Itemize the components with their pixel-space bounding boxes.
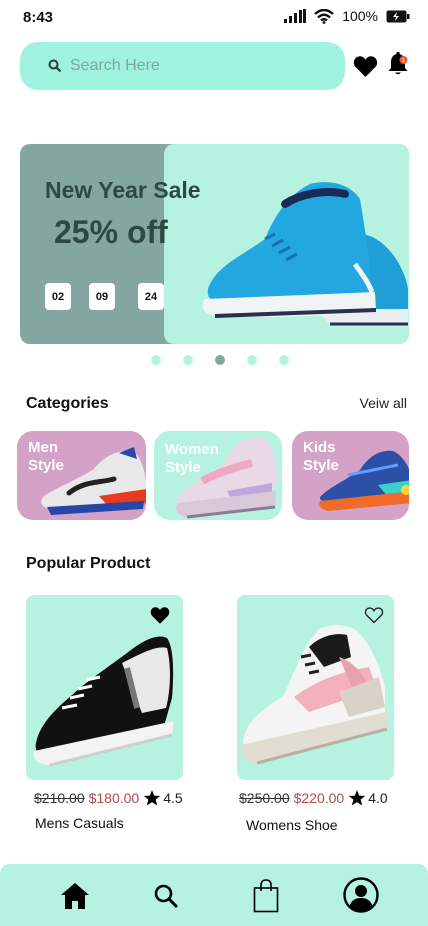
view-all-link[interactable]: Veiw all [360,395,407,411]
nav-profile[interactable] [343,877,379,913]
countdown-box: 02 [45,283,71,310]
svg-text:1: 1 [402,58,406,64]
status-time: 8:43 [23,9,54,26]
promo-banner[interactable]: New Year Sale 25% off 02 09 24 [20,144,409,344]
shopping-bag-icon [253,879,279,913]
bell-icon: 1 [388,51,408,75]
nav-search[interactable] [149,879,183,913]
carousel-dots [151,355,289,365]
bottom-nav [0,864,428,926]
wishlist-button[interactable] [352,53,378,79]
category-label: Women Style [165,441,219,476]
product-card[interactable] [237,595,394,780]
category-label: Kids Style [303,439,339,474]
popular-title: Popular Product [26,555,151,572]
rating: 4.0 [348,789,388,807]
heart-icon [353,56,377,77]
old-price: $210.00 [34,790,85,806]
search-icon [48,59,62,73]
star-icon [143,790,161,806]
banner-discount: 25% off [54,214,168,250]
profile-icon [343,877,379,913]
app-screen: 8:43 100% Search Here 1 New Year Sale 25… [0,0,428,926]
product-name[interactable]: Mens Casuals [35,815,124,831]
categories-title: Categories [26,395,109,412]
sale-price: $220.00 [293,790,345,806]
category-label: Men Style [28,439,64,474]
carousel-dot[interactable] [151,355,161,365]
mens-casual-shoe-image [33,636,174,767]
favorite-toggle[interactable] [363,605,385,625]
home-icon [61,883,89,909]
rating-value: 4.0 [368,790,388,806]
carousel-dot[interactable] [247,355,257,365]
rating: 4.5 [143,789,183,807]
price-row: $210.00 $180.00 4.5 [34,789,183,807]
womens-shoe-image [240,624,388,765]
notifications-button[interactable]: 1 [386,50,410,78]
sale-price: $180.00 [88,790,140,806]
search-icon [154,884,179,909]
heart-outline-icon [364,607,384,624]
carousel-dot[interactable] [183,355,193,365]
price-row: $250.00 $220.00 4.0 [239,789,388,807]
banner-shoe-image [202,182,408,326]
category-kids[interactable]: Kids Style [292,431,409,520]
star-icon [348,790,366,806]
category-women[interactable]: Women Style [154,431,282,520]
signal-icon [284,9,307,23]
nav-home[interactable] [58,879,92,913]
search-placeholder: Search Here [70,57,160,74]
product-card[interactable] [26,595,183,780]
nav-cart[interactable] [249,879,283,913]
rating-value: 4.5 [163,790,183,806]
status-indicators: 100% [284,8,410,24]
countdown-box: 09 [89,283,115,310]
category-men[interactable]: Men Style [17,431,146,520]
carousel-dot-active[interactable] [215,355,225,365]
countdown-box: 24 [138,283,164,310]
old-price: $250.00 [239,790,290,806]
banner-title: New Year Sale [45,177,201,203]
product-name[interactable]: Womens Shoe [246,817,338,833]
heart-filled-icon [150,607,170,624]
battery-percent: 100% [342,8,378,24]
favorite-toggle[interactable] [149,605,171,625]
battery-icon [386,10,410,22]
wifi-icon [314,8,334,24]
carousel-dot[interactable] [279,355,289,365]
search-bar[interactable]: Search Here [20,42,345,90]
